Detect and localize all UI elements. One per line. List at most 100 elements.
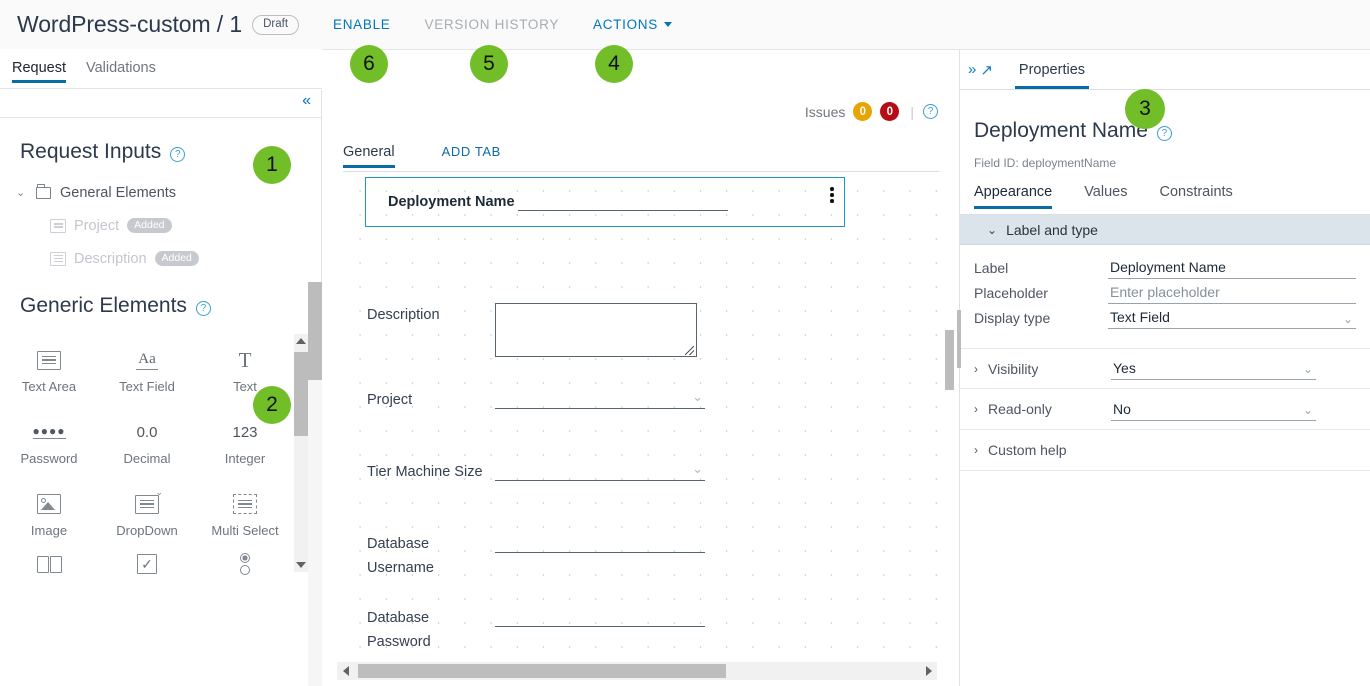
tab-validations[interactable]: Validations: [86, 60, 156, 83]
palette-item-label: Text: [233, 379, 257, 394]
added-badge: Added: [127, 217, 172, 234]
canvas-vscrollbar-thumb[interactable]: [945, 330, 954, 390]
form-field-database-password[interactable]: Database Password: [343, 606, 939, 654]
tab-general[interactable]: General: [343, 144, 395, 168]
text-field-input[interactable]: [518, 190, 728, 211]
palette-vscrollbar[interactable]: [294, 334, 308, 572]
canvas-hscrollbar[interactable]: [337, 662, 937, 680]
tree-item-label: Description: [74, 250, 147, 267]
palette-item-label: Image: [30, 523, 68, 538]
help-icon[interactable]: ?: [923, 104, 938, 119]
section-custom-help[interactable]: › Custom help: [960, 430, 1370, 471]
section-read-only[interactable]: › Read-only No ⌄: [960, 389, 1370, 430]
added-badge: Added: [154, 250, 199, 267]
palette-item-checkbox[interactable]: ✓: [98, 550, 196, 588]
issues-label: Issues: [804, 103, 846, 120]
scroll-up-icon[interactable]: [294, 334, 308, 348]
chevron-down-icon: ⌄: [1302, 362, 1313, 376]
properties-title-label: Deployment Name: [974, 119, 1148, 142]
expand-panel-icon[interactable]: ↗: [980, 61, 993, 79]
form-field-project[interactable]: Project ⌄: [343, 388, 939, 412]
add-tab-button[interactable]: ADD TAB: [442, 144, 501, 166]
tab-constraints[interactable]: Constraints: [1159, 184, 1232, 208]
tab-values[interactable]: Values: [1084, 184, 1127, 208]
display-type-value: Text Field: [1110, 309, 1170, 325]
chevron-down-icon: ⌄: [987, 222, 998, 237]
section-visibility[interactable]: › Visibility Yes ⌄: [960, 348, 1370, 389]
dual-list-icon: [36, 550, 62, 578]
form-field-description[interactable]: Description: [343, 303, 939, 357]
generic-elements-panel: Generic Elements ? Text Area Aa Text Fie…: [0, 282, 322, 686]
scrollbar-thumb[interactable]: [294, 352, 308, 436]
display-type-select[interactable]: Text Field ⌄: [1108, 306, 1356, 329]
actions-menu-button[interactable]: ACTIONS: [593, 17, 672, 32]
help-icon[interactable]: ?: [170, 146, 186, 162]
property-label: Display type: [974, 309, 1051, 326]
palette-item-text-area[interactable]: Text Area: [0, 334, 98, 406]
chevron-right-icon: ›: [974, 402, 978, 416]
palette-item-decimal[interactable]: 0.0 Decimal: [98, 406, 196, 478]
form-field-tier-machine-size[interactable]: Tier Machine Size ⌄: [343, 460, 939, 484]
label-input[interactable]: Deployment Name: [1108, 256, 1356, 279]
section-label-and-type[interactable]: ⌄ Label and type: [960, 215, 1370, 245]
palette-item-text-field[interactable]: Aa Text Field: [98, 334, 196, 406]
form-designer-surface[interactable]: Deployment Name Description Project ⌄ Ti…: [343, 173, 939, 686]
warning-count-badge[interactable]: 0: [853, 102, 873, 121]
left-panel-vscrollbar[interactable]: [308, 282, 322, 686]
help-icon[interactable]: ?: [1156, 125, 1172, 141]
tab-appearance[interactable]: Appearance: [974, 184, 1053, 209]
text-area-input[interactable]: [495, 303, 697, 357]
property-label: Label: [974, 259, 1009, 276]
text-area-icon: [37, 346, 61, 374]
tree-item-description[interactable]: Description Added: [16, 242, 321, 275]
scroll-right-icon[interactable]: [920, 662, 937, 680]
callout-badge-4: 4: [595, 45, 633, 83]
password-input[interactable]: [495, 606, 705, 627]
properties-vscrollbar-thumb[interactable]: [957, 310, 961, 368]
scrollbar-thumb[interactable]: [308, 282, 322, 380]
text-area-icon: [50, 251, 66, 266]
enable-button[interactable]: ENABLE: [333, 17, 390, 32]
scrollbar-thumb[interactable]: [358, 664, 726, 678]
folder-icon: [36, 183, 51, 199]
field-options-icon[interactable]: [830, 187, 834, 203]
dropdown-input[interactable]: ⌄: [495, 388, 705, 409]
palette-item-multi-select[interactable]: Multi Select: [196, 478, 294, 550]
error-count-badge[interactable]: 0: [880, 102, 900, 121]
property-row-placeholder: Placeholder Enter placeholder: [960, 280, 1370, 305]
palette-item-dropdown[interactable]: ⌄ DropDown: [98, 478, 196, 550]
form-field-deployment-name[interactable]: Deployment Name: [365, 177, 845, 227]
text-field-input[interactable]: [495, 532, 705, 553]
status-badge: Draft: [252, 14, 300, 35]
read-only-select[interactable]: No ⌄: [1111, 398, 1316, 421]
chevron-down-icon: ⌄: [16, 187, 26, 199]
request-inputs-label: Request Inputs: [20, 140, 162, 163]
dropdown-input[interactable]: ⌄: [495, 460, 705, 481]
section-label: Custom help: [988, 442, 1067, 458]
collapse-left-panel-icon[interactable]: «: [302, 93, 311, 109]
tab-request[interactable]: Request: [12, 60, 67, 83]
left-panel-collapse-row: «: [0, 90, 321, 118]
palette-item-label: DropDown: [116, 523, 178, 538]
scroll-left-icon[interactable]: [337, 666, 354, 676]
field-label: Project: [367, 392, 413, 408]
palette-item-password[interactable]: ●●●● Password: [0, 406, 98, 478]
tree-item-project[interactable]: Project Added: [16, 209, 321, 242]
help-icon[interactable]: ?: [195, 300, 211, 316]
integer-glyph: 123: [232, 423, 258, 441]
version-history-button[interactable]: VERSION HISTORY: [425, 17, 560, 32]
property-row-display-type: Display type Text Field ⌄: [960, 305, 1370, 330]
collapse-panel-icon[interactable]: »: [968, 61, 976, 78]
palette-item-label: Text Field: [119, 379, 175, 394]
palette-item-image[interactable]: Image: [0, 478, 98, 550]
request-form-designer: WordPress-custom / 1 Draft ENABLE VERSIO…: [0, 0, 1370, 686]
form-field-database-username[interactable]: Database Username: [343, 532, 939, 580]
tree-item-label: General Elements: [60, 184, 177, 201]
placeholder-input[interactable]: Enter placeholder: [1108, 281, 1356, 304]
tab-properties[interactable]: Properties: [1014, 50, 1090, 89]
palette-item-radio-group[interactable]: [196, 550, 294, 588]
palette-item-dual-list[interactable]: [0, 550, 98, 588]
visibility-select[interactable]: Yes ⌄: [1111, 357, 1316, 380]
scroll-down-icon[interactable]: [294, 558, 308, 572]
field-label: Description: [367, 307, 440, 323]
